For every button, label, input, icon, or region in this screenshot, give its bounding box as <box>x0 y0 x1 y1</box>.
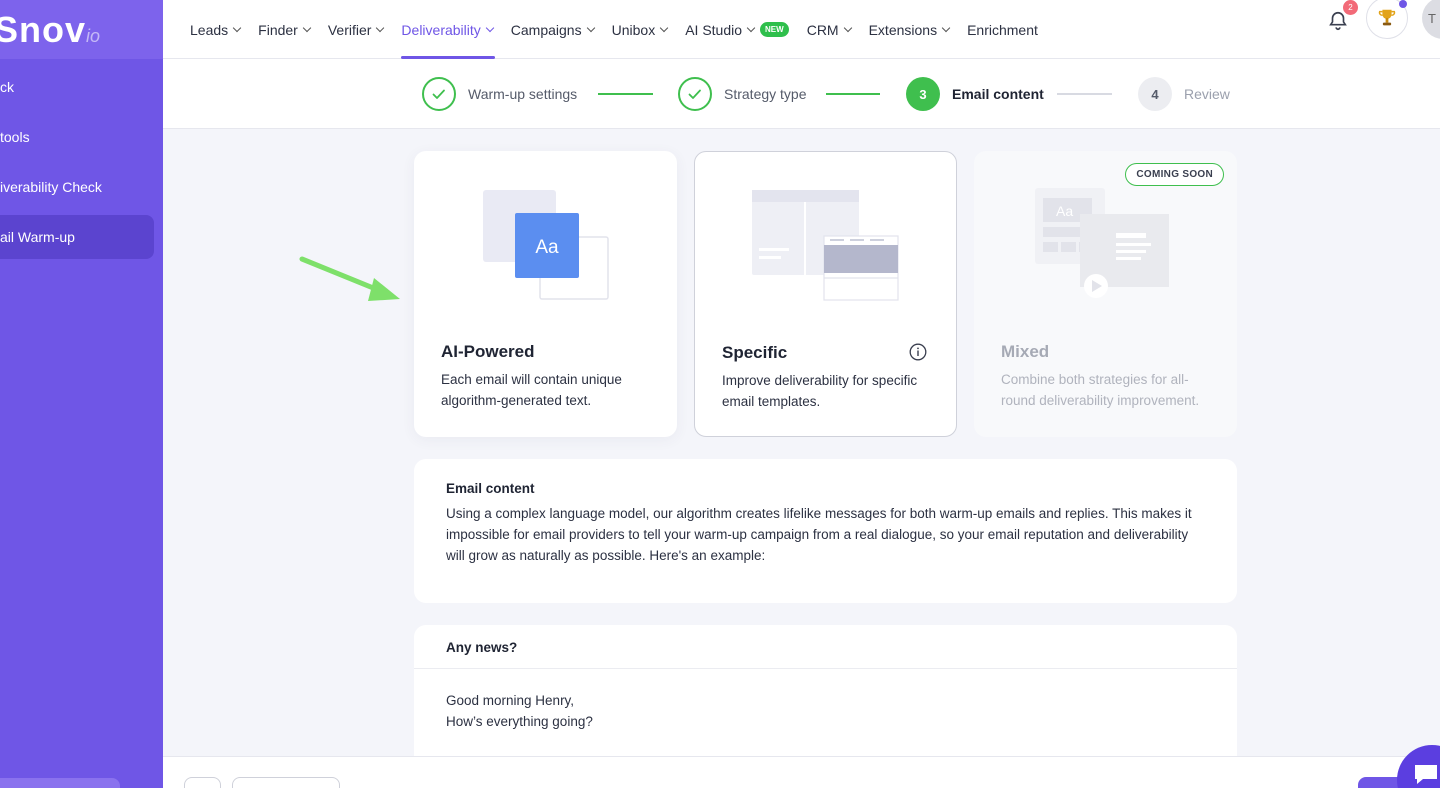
chevron-down-icon <box>746 23 756 32</box>
card-description: Each email will contain unique algorithm… <box>441 372 622 408</box>
strategy-card-ai-powered[interactable]: Aa AI-Powered Each email will contain un… <box>414 151 677 437</box>
coming-soon-badge: COMING SOON <box>1125 163 1224 186</box>
avatar-initial: T <box>1428 10 1436 26</box>
section-text: Using a complex language model, our algo… <box>446 506 1192 563</box>
email-subject: Any news? <box>414 625 1237 669</box>
checkmark-icon <box>688 89 701 99</box>
step-label: Review <box>1184 86 1230 102</box>
sidebar-item-tools[interactable]: tools <box>0 115 154 159</box>
ai-powered-illustration: Aa <box>483 190 609 300</box>
logo-suffix: io <box>86 25 101 46</box>
sidebar-item-label: iverability Check <box>0 179 102 195</box>
new-badge: NEW <box>760 22 789 37</box>
sidebar-item-deliverability-check[interactable]: iverability Check <box>0 165 154 209</box>
nav-item-verifier[interactable]: Verifier <box>327 0 385 59</box>
nav-label: Verifier <box>327 21 372 38</box>
step-connector <box>598 93 653 95</box>
back-button[interactable] <box>184 777 221 788</box>
example-email-box: Any news? Good morning Henry, How’s ever… <box>414 625 1237 775</box>
card-title: Specific <box>722 343 788 362</box>
achievement-indicator-dot <box>1399 0 1407 8</box>
chat-widget-button[interactable] <box>1397 745 1440 788</box>
chevron-down-icon <box>485 23 495 32</box>
wizard-stepper: Warm-up settings Strategy type 3 Email c… <box>163 59 1440 129</box>
step-done-circle <box>422 77 456 111</box>
sidebar-item-label: ck <box>0 79 14 95</box>
nav-item-leads[interactable]: Leads <box>190 0 242 59</box>
nav-item-ai-studio[interactable]: AI Studio NEW <box>685 0 789 59</box>
strategy-card-mixed: COMING SOON Aa Mixed Combine both strate… <box>974 151 1237 437</box>
nav-label: Unibox <box>611 21 656 38</box>
nav-item-campaigns[interactable]: Campaigns <box>510 0 595 59</box>
step-warm-up-settings[interactable]: Warm-up settings <box>422 77 577 111</box>
nav-label: Deliverability <box>401 21 481 38</box>
section-title: Email content <box>446 481 535 496</box>
sidebar-item-label: tools <box>0 129 30 145</box>
secondary-button[interactable] <box>232 777 340 788</box>
thumbnail-text: Aa <box>535 237 559 258</box>
nav-item-extensions[interactable]: Extensions <box>868 0 951 59</box>
step-number-circle: 3 <box>906 77 940 111</box>
chevron-down-icon <box>659 23 669 32</box>
email-line: Good morning Henry, <box>446 693 575 708</box>
nav-label: Enrichment <box>967 21 1038 38</box>
email-line: How’s everything going? <box>446 714 593 729</box>
step-done-circle <box>678 77 712 111</box>
nav-item-deliverability[interactable]: Deliverability <box>401 0 496 59</box>
nav-label: CRM <box>806 21 839 38</box>
top-nav: Leads Finder Verifier Deliverability Cam… <box>163 0 1440 59</box>
nav-label: AI Studio <box>685 21 743 38</box>
card-description: Improve deliverability for specific emai… <box>722 373 918 409</box>
nav-label: Finder <box>258 21 298 38</box>
step-review[interactable]: 4 Review <box>1138 77 1230 111</box>
strategy-card-specific[interactable]: Specific Improve deliverability for spec… <box>694 151 957 437</box>
step-label: Email content <box>952 86 1044 102</box>
chevron-down-icon <box>232 23 242 32</box>
sidebar-item-email-warm-up[interactable]: ail Warm-up <box>0 215 154 259</box>
chat-icon <box>1415 765 1437 784</box>
sidebar-item-label: ail Warm-up <box>0 229 75 245</box>
annotation-arrow-icon <box>299 256 400 301</box>
step-label: Strategy type <box>724 86 807 102</box>
logo-bar: Snovio <box>0 0 163 59</box>
step-strategy-type[interactable]: Strategy type <box>678 77 807 111</box>
avatar[interactable]: T <box>1422 0 1440 39</box>
bottom-action-bar <box>163 756 1440 788</box>
notification-count-badge: 2 <box>1343 0 1358 15</box>
step-number-circle: 4 <box>1138 77 1172 111</box>
nav-label: Leads <box>190 21 229 38</box>
sidebar-item-deliverability-check-truncated[interactable]: ck <box>0 65 154 109</box>
step-email-content[interactable]: 3 Email content <box>906 77 1044 111</box>
mixed-illustration: Aa <box>1035 188 1169 298</box>
chevron-down-icon <box>302 23 312 32</box>
step-label: Warm-up settings <box>468 86 578 102</box>
chevron-down-icon <box>843 23 852 32</box>
checkmark-icon <box>432 89 445 99</box>
nav-menu: Leads Finder Verifier Deliverability Cam… <box>190 0 1056 59</box>
logo-text: Snov <box>0 8 87 50</box>
nav-label: Extensions <box>868 21 938 38</box>
card-description: Combine both strategies for all-round de… <box>1001 372 1200 408</box>
nav-item-enrichment[interactable]: Enrichment <box>967 0 1038 59</box>
specific-illustration <box>752 190 899 301</box>
chevron-down-icon <box>586 23 595 32</box>
info-icon[interactable] <box>909 343 927 361</box>
thumbnail-text: Aa <box>1056 203 1073 219</box>
email-content-box: Email content Using a complex language m… <box>414 459 1237 603</box>
card-title: Mixed <box>1001 342 1050 361</box>
card-title: AI-Powered <box>441 342 535 361</box>
chevron-down-icon <box>941 23 951 32</box>
sidebar-bottom-button[interactable] <box>0 778 120 788</box>
sidebar: Snovio ck tools iverability Check ail Wa… <box>0 0 163 788</box>
step-connector <box>826 93 880 95</box>
step-connector <box>1057 93 1112 95</box>
nav-item-unibox[interactable]: Unibox <box>611 0 669 59</box>
chevron-down-icon <box>376 23 385 32</box>
nav-item-crm[interactable]: CRM <box>806 0 852 59</box>
email-body: Good morning Henry, How’s everything goi… <box>414 669 1237 732</box>
nav-item-finder[interactable]: Finder <box>258 0 312 59</box>
trophy-icon <box>1378 9 1396 26</box>
nav-label: Campaigns <box>510 21 582 38</box>
logo[interactable]: Snovio <box>0 9 100 51</box>
